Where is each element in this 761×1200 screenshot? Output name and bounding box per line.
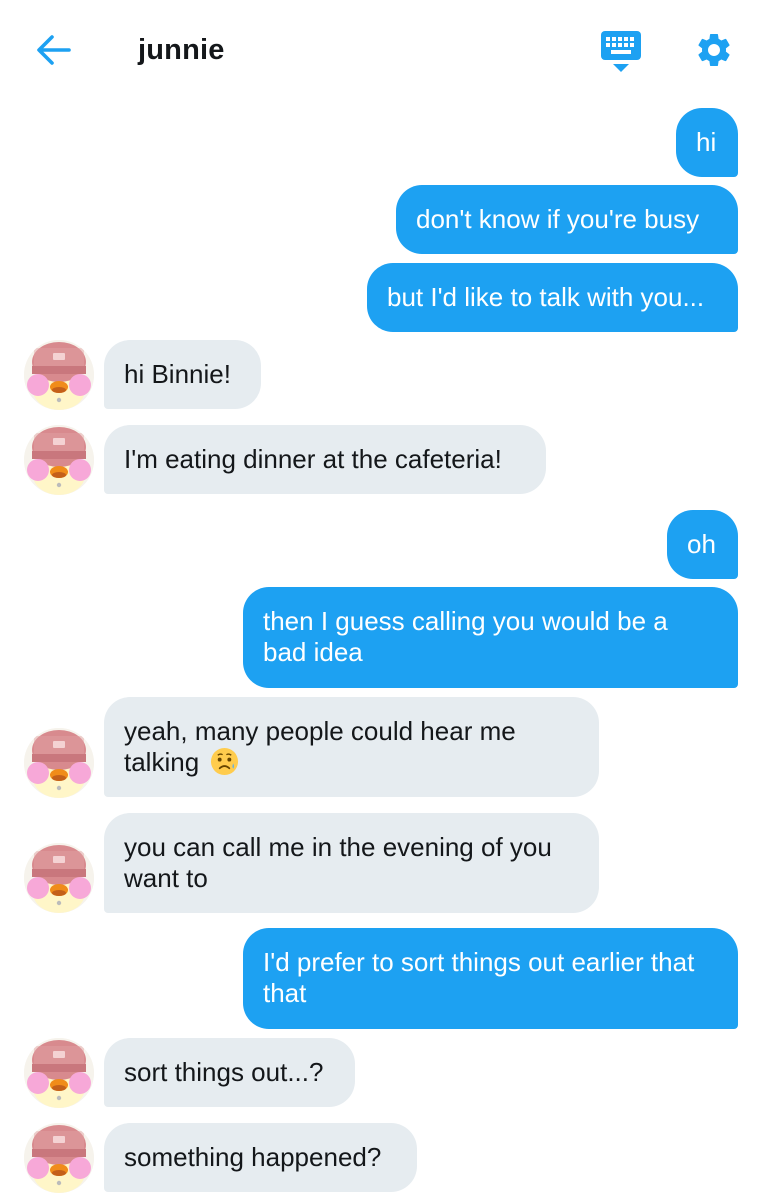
avatar[interactable] bbox=[24, 1038, 94, 1108]
incoming-message[interactable]: you can call me in the evening of you wa… bbox=[104, 813, 599, 913]
conversation-header: junnie bbox=[0, 0, 761, 100]
gear-icon bbox=[694, 30, 734, 75]
message-text: hi Binnie! bbox=[124, 359, 231, 389]
incoming-message[interactable]: something happened? bbox=[104, 1123, 417, 1192]
incoming-message[interactable]: sort things out...? bbox=[104, 1038, 355, 1107]
outgoing-message[interactable]: but I'd like to talk with you... bbox=[367, 263, 738, 332]
message-text-line: bad idea bbox=[263, 637, 363, 667]
message-text-line: that bbox=[263, 978, 307, 1008]
message-text: but I'd like to talk with you... bbox=[387, 282, 705, 312]
outgoing-message[interactable]: hi bbox=[676, 108, 738, 177]
message-text-line: I'd prefer to sort things out earlier th… bbox=[263, 947, 695, 977]
message-text: don't know if you're busy bbox=[416, 204, 700, 234]
message-text-line: you can call me in the evening of you bbox=[124, 832, 552, 862]
incoming-message[interactable]: yeah, many people could hear me talking bbox=[104, 697, 599, 797]
avatar[interactable] bbox=[24, 340, 94, 410]
message-text-line: yeah, many people could hear me bbox=[124, 716, 516, 746]
settings-button[interactable] bbox=[690, 30, 738, 74]
message-text: sort things out...? bbox=[124, 1057, 324, 1087]
incoming-message[interactable]: hi Binnie! bbox=[104, 340, 261, 409]
avatar[interactable] bbox=[24, 1123, 94, 1193]
avatar[interactable] bbox=[24, 728, 94, 798]
outgoing-message[interactable]: then I guess calling you would be a bad … bbox=[243, 587, 738, 688]
sad-but-relieved-face-emoji bbox=[210, 747, 239, 776]
message-text-line: then I guess calling you would be a bbox=[263, 606, 668, 636]
avatar[interactable] bbox=[24, 843, 94, 913]
message-text-line: talking bbox=[124, 747, 200, 777]
back-button[interactable] bbox=[30, 30, 78, 74]
message-text-line: want to bbox=[124, 863, 208, 893]
keyboard-icon bbox=[600, 30, 642, 79]
keyboard-toggle-button[interactable] bbox=[596, 30, 646, 78]
message-text: oh bbox=[687, 529, 716, 559]
outgoing-message[interactable]: I'd prefer to sort things out earlier th… bbox=[243, 928, 738, 1029]
conversation-title: junnie bbox=[138, 34, 225, 66]
avatar[interactable] bbox=[24, 425, 94, 495]
incoming-message[interactable]: I'm eating dinner at the cafeteria! bbox=[104, 425, 546, 494]
back-arrow-icon bbox=[36, 34, 72, 71]
message-text: hi bbox=[696, 127, 717, 157]
message-text: something happened? bbox=[124, 1142, 382, 1172]
outgoing-message[interactable]: oh bbox=[667, 510, 738, 579]
outgoing-message[interactable]: don't know if you're busy bbox=[396, 185, 738, 254]
message-text: I'm eating dinner at the cafeteria! bbox=[124, 444, 502, 474]
